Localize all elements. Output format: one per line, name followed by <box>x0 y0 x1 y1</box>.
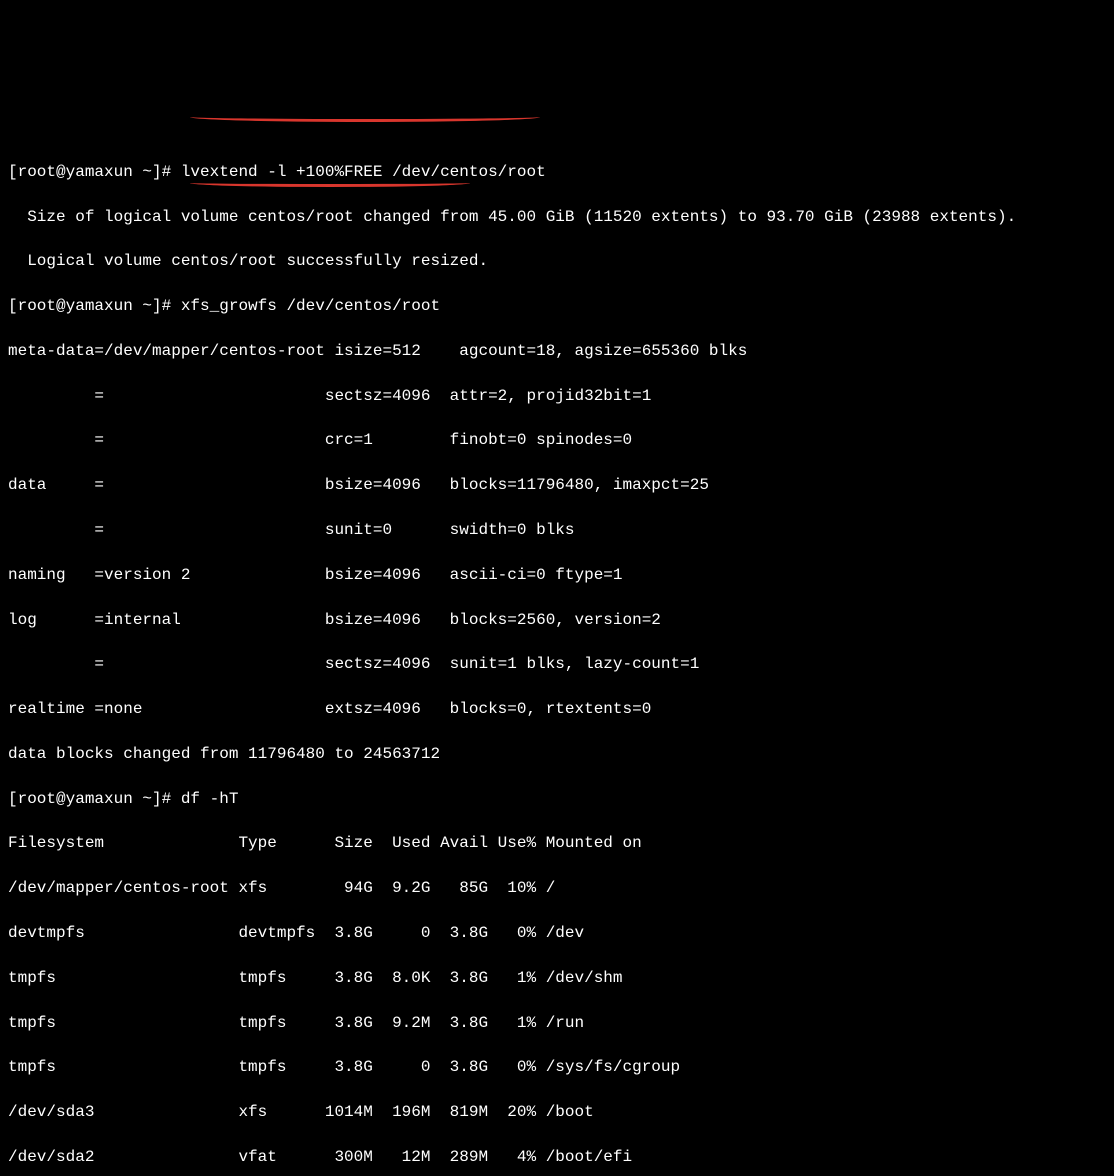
shell-prompt: [root@yamaxun ~]# <box>8 297 181 315</box>
output-line: data = bsize=4096 blocks=11796480, imaxp… <box>8 474 1106 496</box>
command-xfs-growfs: xfs_growfs /dev/centos/root <box>181 297 440 315</box>
terminal-output[interactable]: [root@yamaxun ~]# lvextend -l +100%FREE … <box>8 94 1106 1176</box>
command-df: df -hT <box>181 790 239 808</box>
output-line: Size of logical volume centos/root chang… <box>8 206 1106 228</box>
df-row: tmpfs tmpfs 3.8G 9.2M 3.8G 1% /run <box>8 1012 1106 1034</box>
df-row: /dev/mapper/centos-root xfs 94G 9.2G 85G… <box>8 877 1106 899</box>
df-header: Filesystem Type Size Used Avail Use% Mou… <box>8 832 1106 854</box>
output-line: naming =version 2 bsize=4096 ascii-ci=0 … <box>8 564 1106 586</box>
df-row: tmpfs tmpfs 3.8G 8.0K 3.8G 1% /dev/shm <box>8 967 1106 989</box>
df-row: /dev/sda3 xfs 1014M 196M 819M 20% /boot <box>8 1101 1106 1123</box>
prompt-line-1: [root@yamaxun ~]# lvextend -l +100%FREE … <box>8 161 1106 183</box>
output-line: meta-data=/dev/mapper/centos-root isize=… <box>8 340 1106 362</box>
prompt-line-2: [root@yamaxun ~]# xfs_growfs /dev/centos… <box>8 295 1106 317</box>
shell-prompt: [root@yamaxun ~]# <box>8 163 181 181</box>
output-line: = crc=1 finobt=0 spinodes=0 <box>8 429 1106 451</box>
output-line: = sectsz=4096 sunit=1 blks, lazy-count=1 <box>8 653 1106 675</box>
command-lvextend: lvextend -l +100%FREE /dev/centos/root <box>181 163 546 181</box>
df-row: /dev/sda2 vfat 300M 12M 289M 4% /boot/ef… <box>8 1146 1106 1168</box>
df-row: devtmpfs devtmpfs 3.8G 0 3.8G 0% /dev <box>8 922 1106 944</box>
output-line: = sectsz=4096 attr=2, projid32bit=1 <box>8 385 1106 407</box>
output-line: = sunit=0 swidth=0 blks <box>8 519 1106 541</box>
shell-prompt: [root@yamaxun ~]# <box>8 790 181 808</box>
prompt-line-3: [root@yamaxun ~]# df -hT <box>8 788 1106 810</box>
df-row: tmpfs tmpfs 3.8G 0 3.8G 0% /sys/fs/cgrou… <box>8 1056 1106 1078</box>
output-line: realtime =none extsz=4096 blocks=0, rtex… <box>8 698 1106 720</box>
annotation-underline-1 <box>190 112 540 122</box>
output-line: log =internal bsize=4096 blocks=2560, ve… <box>8 609 1106 631</box>
output-line: data blocks changed from 11796480 to 245… <box>8 743 1106 765</box>
output-line: Logical volume centos/root successfully … <box>8 250 1106 272</box>
